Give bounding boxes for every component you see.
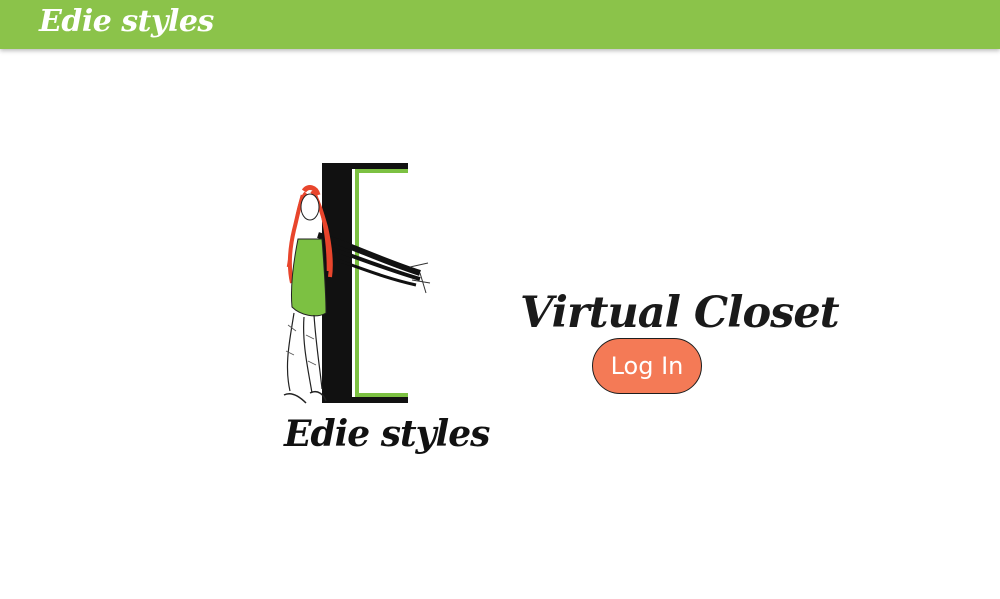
- brand-logo-link[interactable]: Edie styles: [39, 2, 214, 42]
- logo-wordmark: Edie styles: [284, 413, 490, 455]
- top-navbar: Edie styles: [0, 0, 1000, 49]
- fashion-illustration-icon: [283, 163, 431, 404]
- page-title: Virtual Closet: [520, 287, 840, 338]
- login-button[interactable]: Log In: [592, 338, 702, 394]
- hero-logo: Edie styles: [270, 155, 490, 475]
